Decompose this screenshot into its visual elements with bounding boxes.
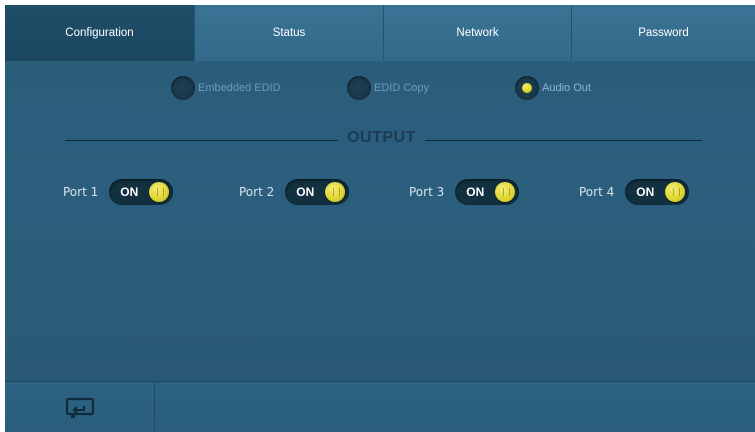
port-2-toggle[interactable]: ON	[285, 179, 350, 205]
mode-label: Embedded EDID	[198, 82, 281, 94]
port-4: Port 4 ON	[579, 179, 690, 205]
toggle-knob	[325, 182, 346, 202]
output-title: OUTPUT	[347, 129, 416, 146]
tab-configuration[interactable]: Configuration	[5, 5, 194, 61]
mode-label: EDID Copy	[374, 82, 430, 94]
app-frame: Configuration Status Network Password Em…	[5, 5, 755, 432]
toggle-state-label: ON	[120, 185, 139, 199]
mode-edid-copy[interactable]: EDID Copy	[347, 76, 429, 100]
radio-indicator	[522, 83, 532, 93]
toggle-knob	[149, 182, 170, 202]
port-3: Port 3 ON	[409, 179, 520, 205]
return-icon	[65, 397, 94, 418]
port-3-toggle[interactable]: ON	[455, 179, 520, 205]
radio-button-selected[interactable]	[515, 76, 539, 100]
toggle-knob	[665, 182, 686, 202]
port-4-toggle[interactable]: ON	[625, 179, 690, 205]
toggle-state-label: ON	[636, 185, 655, 199]
radio-button[interactable]	[171, 76, 195, 100]
port-1-toggle[interactable]: ON	[109, 179, 174, 205]
port-2: Port 2 ON	[239, 179, 350, 205]
tab-status[interactable]: Status	[194, 5, 383, 61]
tab-network[interactable]: Network	[383, 5, 571, 61]
port-label: Port 1	[63, 185, 99, 199]
footer-bar	[5, 381, 755, 432]
tab-bar: Configuration Status Network Password	[5, 5, 755, 61]
return-button[interactable]	[5, 382, 155, 432]
toggle-state-label: ON	[466, 185, 485, 199]
divider-left	[65, 140, 338, 141]
port-label: Port 2	[239, 185, 275, 199]
divider-right	[425, 140, 702, 141]
port-label: Port 4	[579, 185, 615, 199]
mode-label: Audio Out	[542, 82, 591, 94]
toggle-state-label: ON	[296, 185, 315, 199]
radio-button[interactable]	[347, 76, 371, 100]
mode-embedded-edid[interactable]: Embedded EDID	[171, 76, 281, 100]
mode-audio-out[interactable]: Audio Out	[515, 76, 591, 100]
port-label: Port 3	[409, 185, 445, 199]
mode-selector: Embedded EDID EDID Copy Audio Out	[5, 76, 755, 100]
tab-password[interactable]: Password	[571, 5, 755, 61]
toggle-knob	[495, 182, 516, 202]
port-1: Port 1 ON	[63, 179, 174, 205]
